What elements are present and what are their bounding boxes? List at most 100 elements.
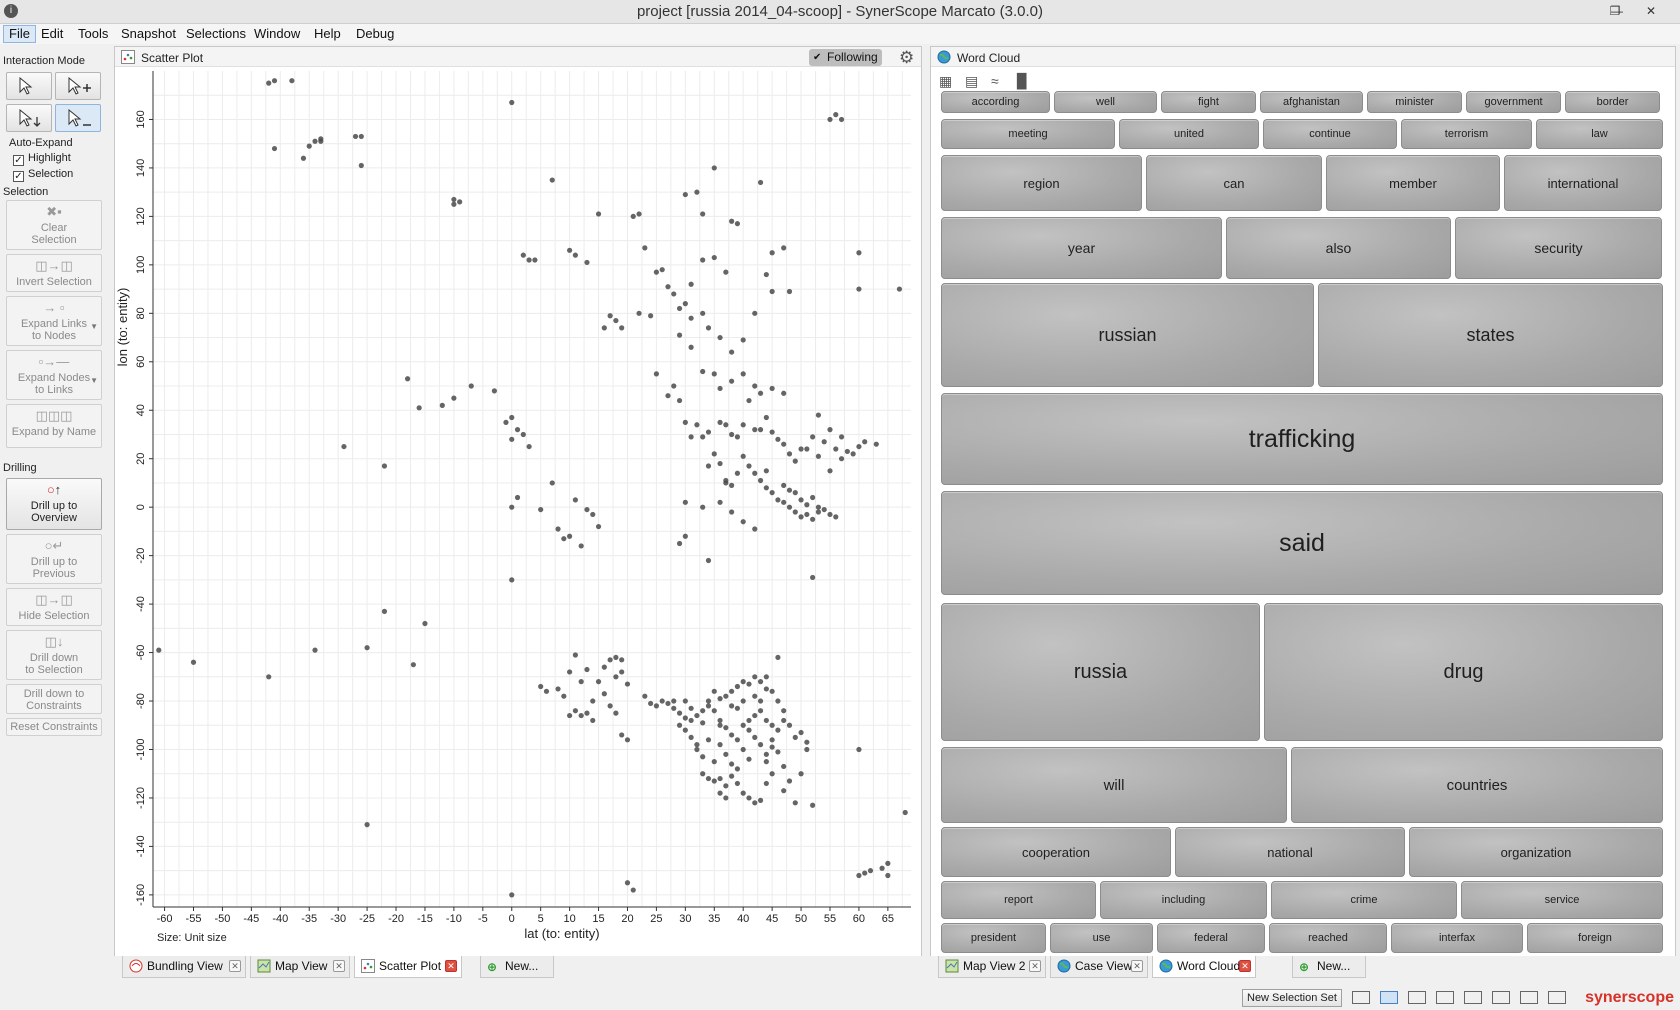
drill-up-overview-button[interactable]: ○↑ Drill up to Overview — [6, 478, 102, 530]
data-point[interactable] — [740, 722, 746, 728]
data-point[interactable] — [810, 574, 816, 581]
drill-mode-button[interactable] — [6, 104, 52, 132]
menu-tools[interactable]: Tools — [73, 25, 113, 43]
data-point[interactable] — [601, 691, 607, 697]
data-point[interactable] — [578, 712, 584, 719]
word-tile-minister[interactable]: minister — [1367, 91, 1462, 113]
data-point[interactable] — [538, 683, 544, 690]
data-point[interactable] — [503, 419, 509, 425]
close-icon[interactable]: ✕ — [229, 960, 241, 972]
data-point[interactable] — [555, 526, 561, 532]
data-point[interactable] — [613, 654, 619, 661]
data-point[interactable] — [700, 754, 706, 760]
data-point[interactable] — [676, 540, 683, 547]
data-point[interactable] — [711, 688, 717, 694]
word-tile-government[interactable]: government — [1466, 91, 1561, 113]
data-point[interactable] — [833, 514, 839, 520]
data-point[interactable] — [636, 310, 642, 316]
data-point[interactable] — [676, 332, 683, 338]
data-point[interactable] — [729, 732, 735, 738]
data-point[interactable] — [665, 700, 671, 707]
data-point[interactable] — [729, 431, 735, 438]
data-point[interactable] — [729, 703, 735, 709]
data-point[interactable] — [734, 221, 741, 227]
data-point[interactable] — [786, 722, 793, 728]
data-point[interactable] — [711, 451, 717, 457]
layout-single-icon[interactable] — [1352, 991, 1370, 1004]
word-tile-use[interactable]: use — [1050, 923, 1153, 953]
new-selection-set-button[interactable]: New Selection Set — [1242, 989, 1342, 1007]
data-point[interactable] — [300, 155, 307, 161]
data-point[interactable] — [815, 504, 822, 510]
data-point[interactable] — [636, 211, 642, 217]
data-point[interactable] — [682, 419, 688, 425]
data-point[interactable] — [567, 712, 573, 719]
drill-down-constraints-button[interactable]: Drill down to Constraints — [6, 684, 102, 714]
data-point[interactable] — [682, 698, 688, 704]
data-point[interactable] — [769, 250, 775, 256]
data-point[interactable] — [792, 458, 798, 464]
tab-map-view[interactable]: Map View ✕ — [250, 956, 350, 978]
data-point[interactable] — [700, 310, 706, 316]
data-point[interactable] — [781, 390, 787, 396]
data-point[interactable] — [740, 422, 746, 428]
data-point[interactable] — [190, 659, 197, 665]
data-point[interactable] — [572, 708, 578, 714]
data-point[interactable] — [682, 715, 688, 721]
data-point[interactable] — [630, 213, 636, 219]
data-point[interactable] — [364, 645, 370, 651]
data-point[interactable] — [757, 698, 764, 704]
data-point[interactable] — [289, 78, 295, 84]
data-point[interactable] — [757, 797, 764, 803]
data-point[interactable] — [717, 717, 723, 724]
data-point[interactable] — [775, 497, 781, 503]
select-mode-button[interactable] — [6, 72, 52, 100]
data-point[interactable] — [769, 490, 775, 496]
word-tile-including[interactable]: including — [1100, 881, 1267, 919]
data-point[interactable] — [729, 482, 735, 488]
word-tile-trafficking[interactable]: trafficking — [941, 393, 1663, 485]
word-tile-crime[interactable]: crime — [1271, 881, 1457, 919]
highlight-checkbox[interactable]: ✓ Highlight — [13, 152, 71, 166]
data-point[interactable] — [734, 766, 741, 772]
data-point[interactable] — [665, 284, 671, 290]
data-point[interactable] — [729, 761, 735, 767]
data-point[interactable] — [729, 773, 735, 779]
word-tile-report[interactable]: report — [941, 881, 1096, 919]
data-point[interactable] — [694, 189, 700, 195]
data-point[interactable] — [717, 775, 723, 782]
data-point[interactable] — [671, 705, 677, 711]
tab-word-cloud[interactable]: Word Cloud ✕ — [1152, 956, 1256, 978]
word-tile-continue[interactable]: continue — [1263, 119, 1397, 149]
data-point[interactable] — [619, 657, 625, 663]
data-point[interactable] — [856, 443, 862, 450]
data-point[interactable] — [746, 681, 752, 687]
expand-nodes-button[interactable]: ▫→— Expand Nodes to Links ▼ — [6, 350, 102, 400]
data-point[interactable] — [804, 746, 810, 753]
data-point[interactable] — [723, 693, 729, 699]
data-point[interactable] — [734, 705, 741, 711]
data-point[interactable] — [838, 116, 845, 123]
data-point[interactable] — [763, 468, 769, 474]
word-tile-russian[interactable]: russian — [941, 283, 1314, 387]
menu-debug[interactable]: Debug — [351, 25, 399, 43]
word-tile-international[interactable]: international — [1504, 155, 1662, 211]
data-point[interactable] — [572, 252, 578, 258]
menu-snapshot[interactable]: Snapshot — [116, 25, 181, 43]
data-point[interactable] — [810, 516, 816, 522]
data-point[interactable] — [798, 514, 804, 520]
data-point[interactable] — [856, 286, 862, 292]
data-point[interactable] — [763, 780, 769, 787]
subtract-select-mode-button[interactable] — [55, 104, 101, 132]
data-point[interactable] — [509, 436, 515, 442]
data-point[interactable] — [682, 191, 688, 198]
data-point[interactable] — [769, 771, 775, 777]
data-point[interactable] — [769, 288, 775, 295]
data-point[interactable] — [711, 778, 717, 784]
following-toggle[interactable]: ✔ Following — [809, 49, 882, 66]
data-point[interactable] — [653, 371, 660, 377]
data-point[interactable] — [827, 468, 833, 474]
data-point[interactable] — [509, 504, 515, 510]
layout-right-focus-icon[interactable] — [1520, 991, 1538, 1004]
data-point[interactable] — [653, 703, 660, 709]
